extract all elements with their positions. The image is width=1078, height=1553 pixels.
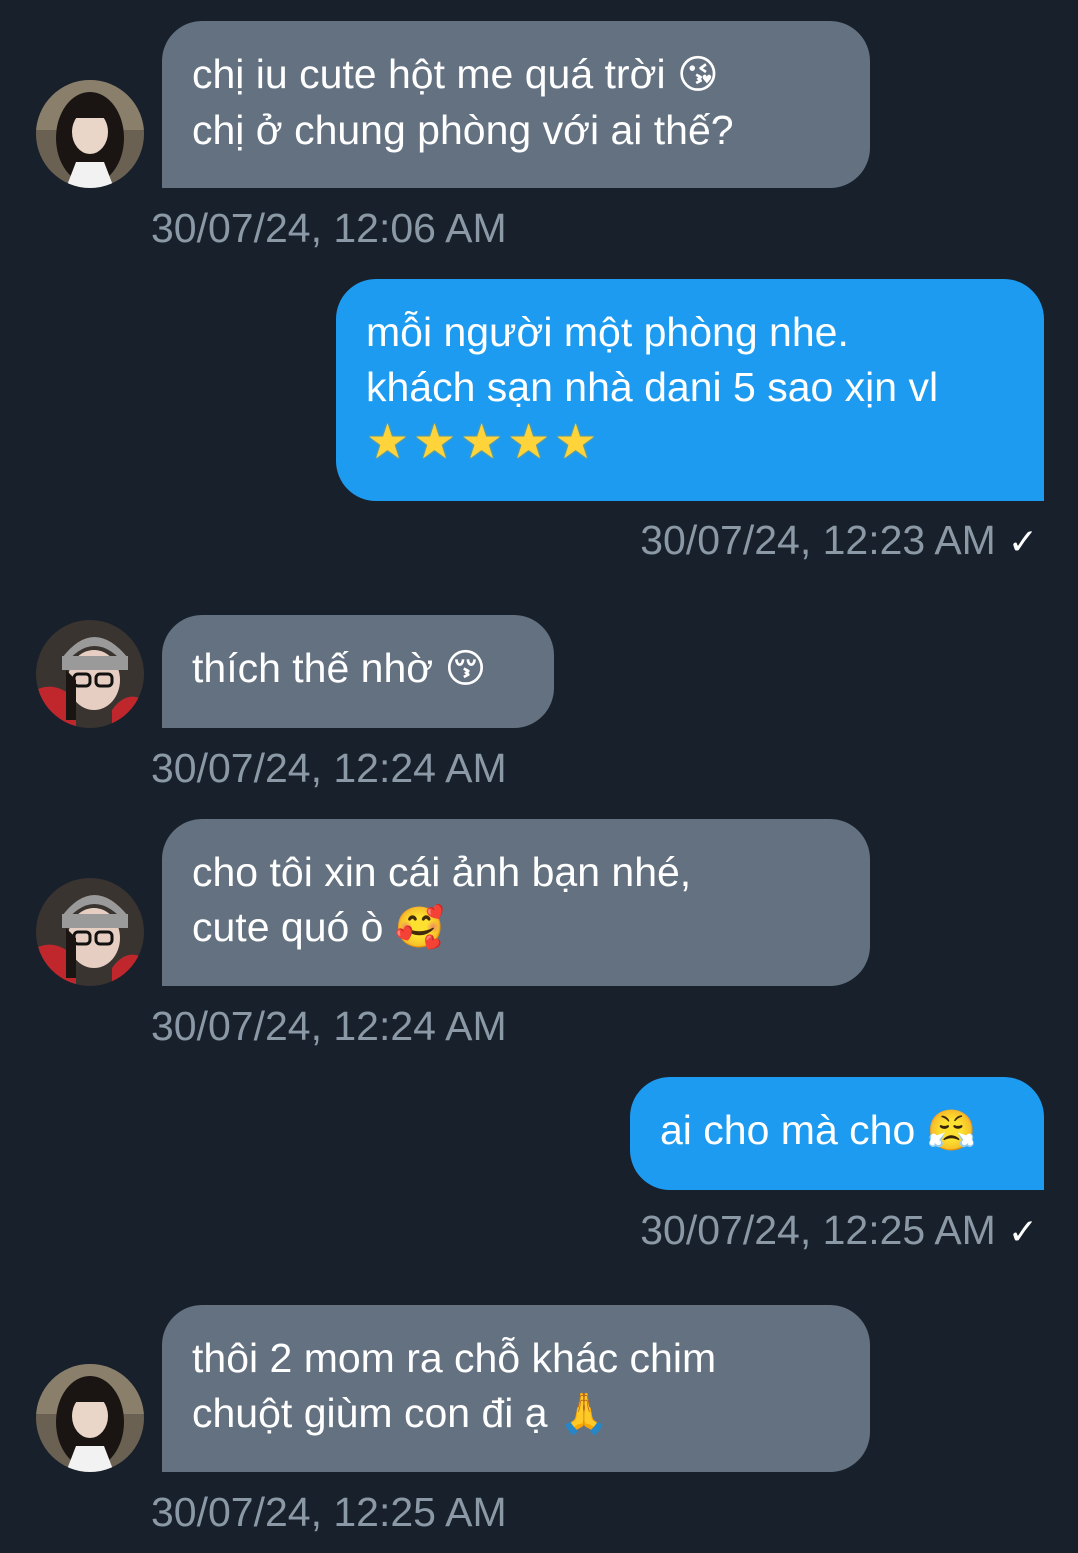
- message-text: cute quó ò 🥰: [192, 904, 445, 951]
- sender-avatar[interactable]: [36, 620, 144, 728]
- huffing-face-emoji-icon: 😤: [926, 1108, 977, 1154]
- sender-avatar[interactable]: [36, 80, 144, 188]
- avatar-beanie-glasses-icon: [36, 878, 144, 986]
- message-bubble-incoming[interactable]: thôi 2 mom ra chỗ khác chim chuột giùm c…: [162, 1305, 870, 1472]
- smiling-hearts-emoji-icon: 🥰: [394, 905, 445, 951]
- message-timestamp: 30/07/24, 12:23 AM ✓: [640, 515, 1038, 568]
- sender-avatar[interactable]: [36, 878, 144, 986]
- message-timestamp: 30/07/24, 12:25 AM: [151, 1489, 507, 1535]
- message-text: chị ở chung phòng với ai thế?: [192, 107, 734, 153]
- message-bubble-incoming[interactable]: chị iu cute hột me quá trời 😘 chị ở chun…: [162, 21, 870, 188]
- folded-hands-emoji-icon: 🙏: [558, 1391, 609, 1437]
- kissing-closed-eyes-emoji-icon: 😚: [444, 646, 487, 692]
- message-text: thôi 2 mom ra chỗ khác chim: [192, 1335, 717, 1381]
- kiss-emoji-icon: 😘: [676, 52, 719, 98]
- sent-check-icon: ✓: [1007, 522, 1038, 563]
- message-text: thích thế nhờ 😚: [192, 645, 487, 692]
- message-text: ai cho mà cho 😤: [660, 1107, 977, 1154]
- message-bubble-incoming[interactable]: cho tôi xin cái ảnh bạn nhé, cute quó ò …: [162, 819, 870, 986]
- message-text: mỗi người một phòng nhe.: [366, 309, 849, 355]
- message-timestamp: 30/07/24, 12:25 AM ✓: [640, 1205, 1038, 1258]
- message-bubble-incoming[interactable]: thích thế nhờ 😚: [162, 615, 554, 728]
- avatar-long-hair-icon: [36, 1364, 144, 1472]
- message-text: chị iu cute hột me quá trời 😘: [192, 51, 719, 98]
- message-text: chuột giùm con đi ạ 🙏: [192, 1390, 609, 1437]
- avatar-beanie-glasses-icon: [36, 620, 144, 728]
- avatar-long-hair-icon: [36, 80, 144, 188]
- message-timestamp: 30/07/24, 12:24 AM: [151, 1003, 507, 1049]
- message-text: cho tôi xin cái ảnh bạn nhé,: [192, 849, 692, 895]
- sent-check-icon: ✓: [1007, 1212, 1038, 1253]
- message-timestamp: 30/07/24, 12:06 AM: [151, 205, 507, 251]
- star-rating-icon: ★★★★★: [366, 414, 602, 470]
- message-bubble-outgoing[interactable]: mỗi người một phòng nhe. khách sạn nhà d…: [336, 279, 1044, 501]
- message-timestamp: 30/07/24, 12:24 AM: [151, 745, 507, 791]
- message-text: khách sạn nhà dani 5 sao xịn vl: [366, 364, 939, 410]
- message-bubble-outgoing[interactable]: ai cho mà cho 😤: [630, 1077, 1044, 1190]
- sender-avatar[interactable]: [36, 1364, 144, 1472]
